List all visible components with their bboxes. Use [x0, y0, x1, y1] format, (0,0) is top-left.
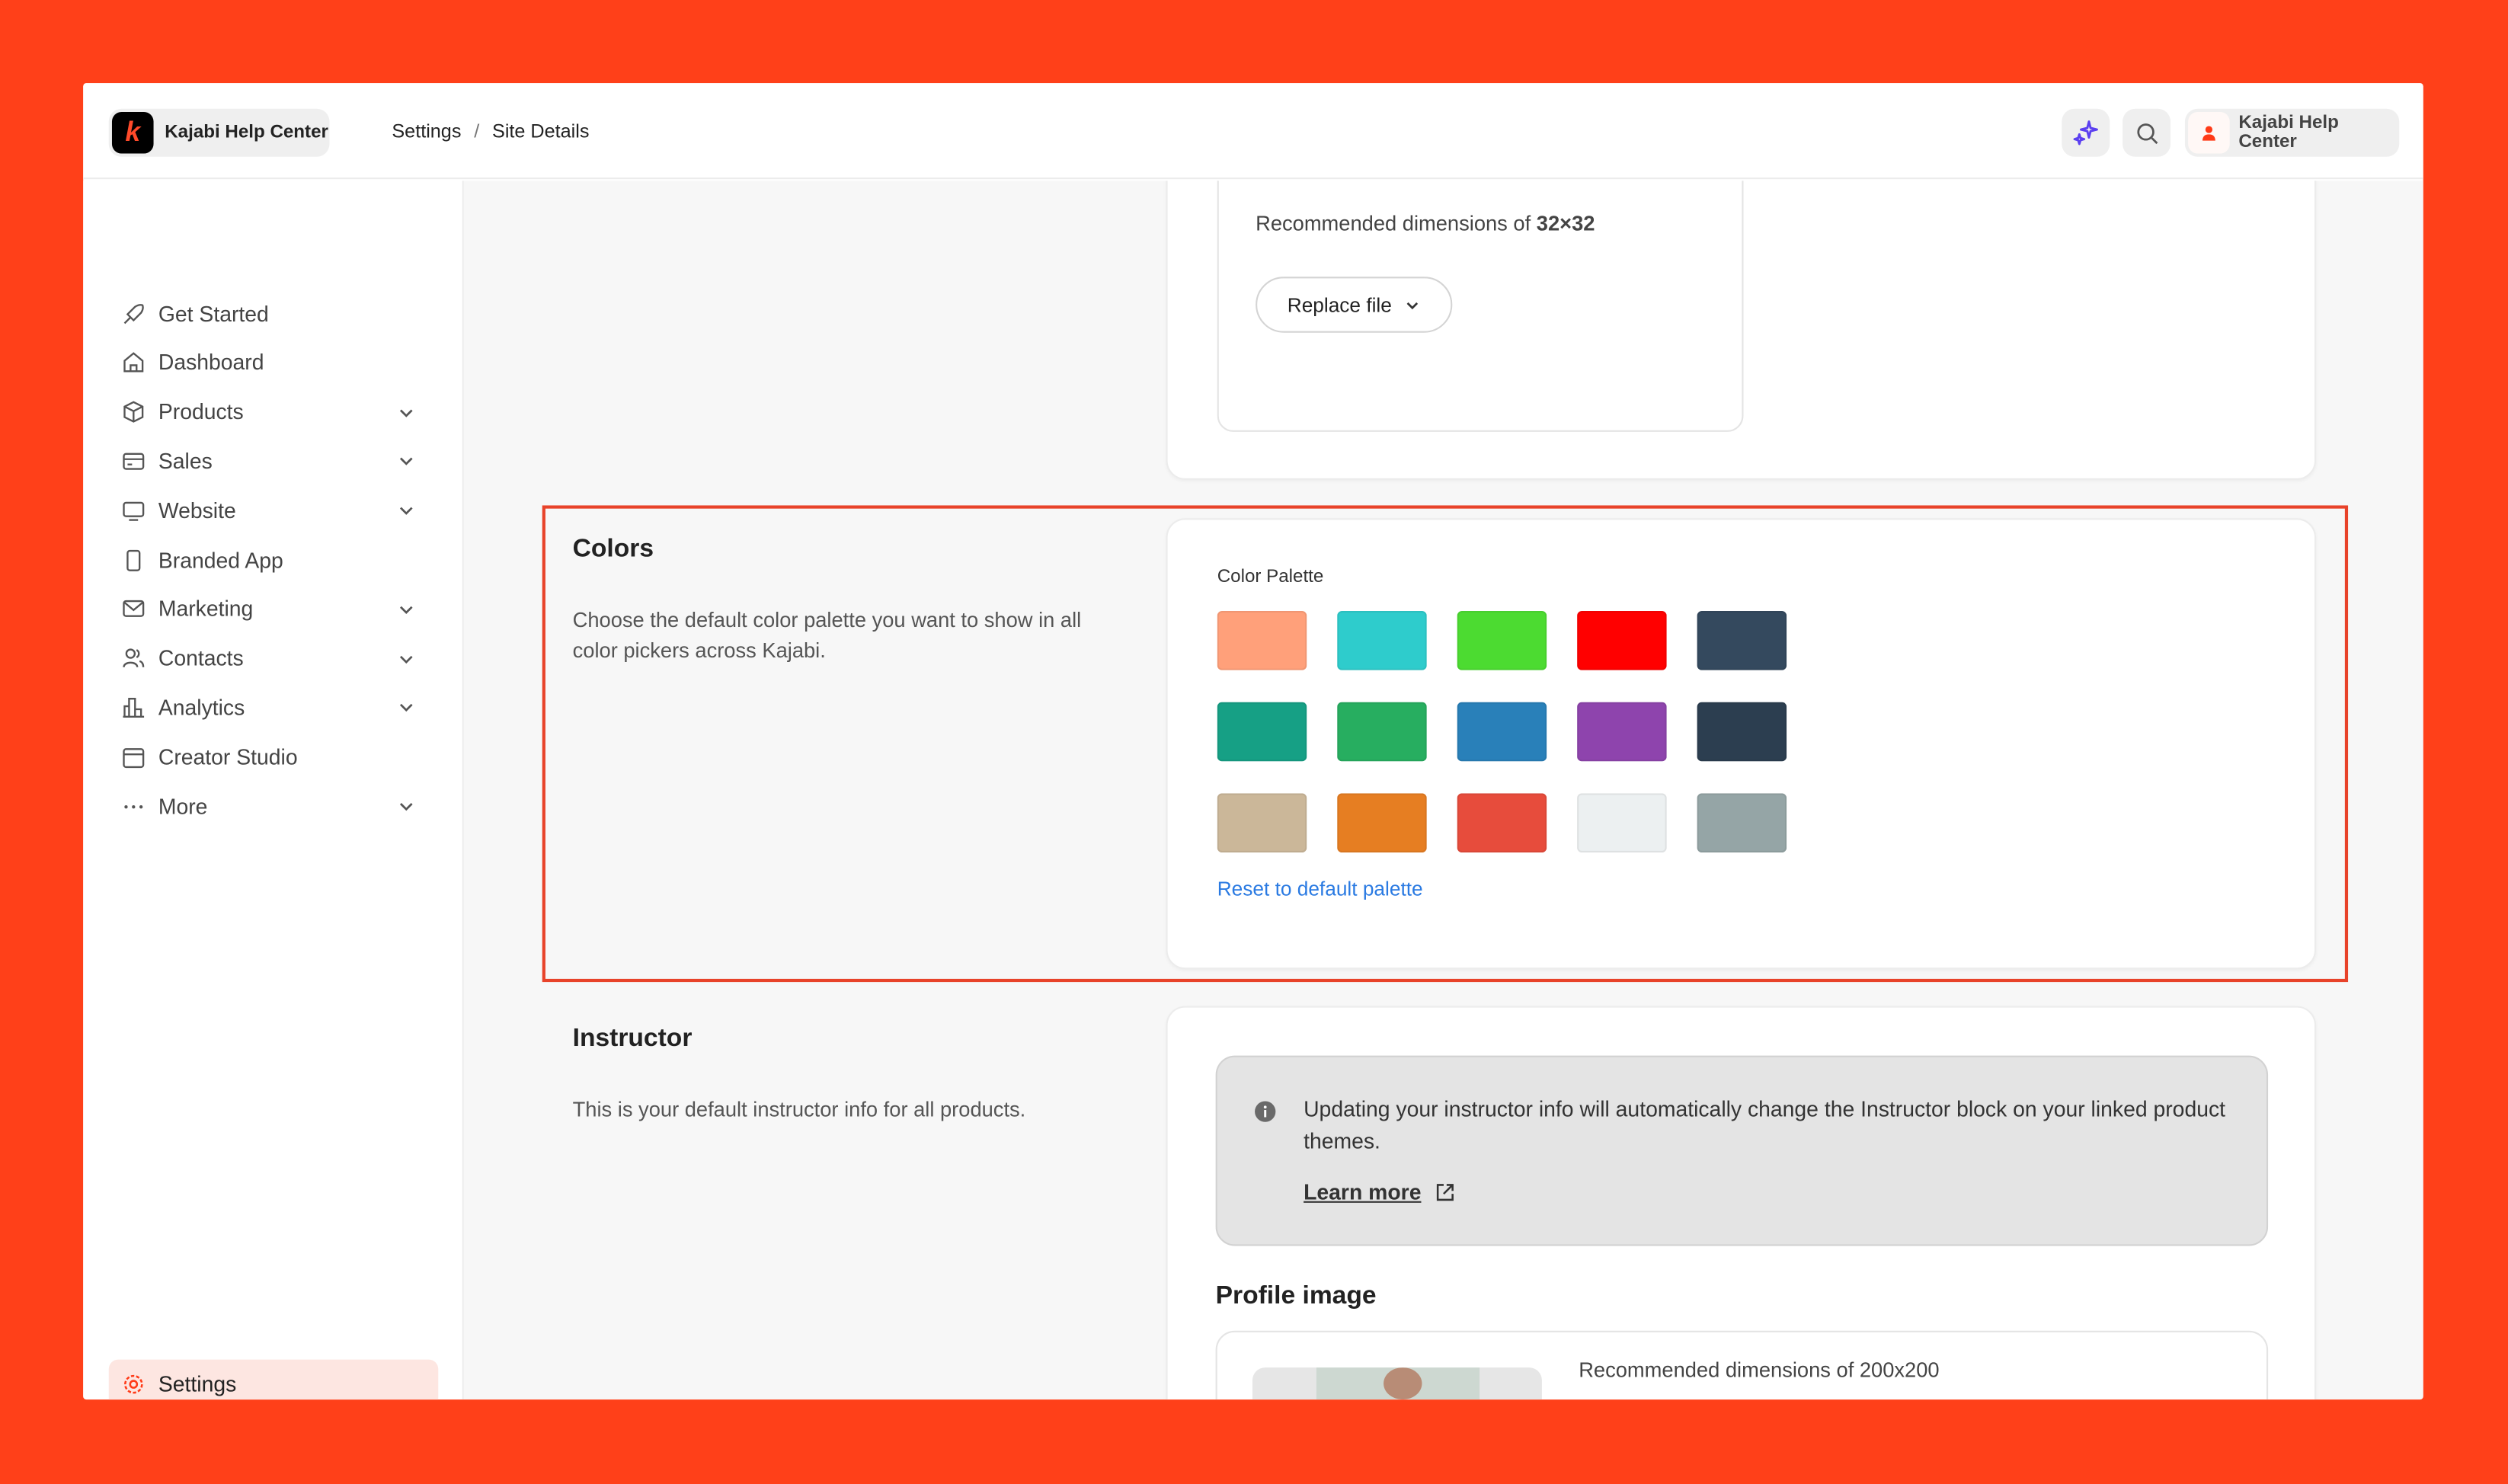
kajabi-logo: k — [112, 112, 154, 154]
users-icon — [122, 646, 146, 670]
sidebar-item-label: Creator Studio — [158, 745, 298, 769]
external-link-icon — [1434, 1182, 1454, 1203]
user-icon — [2188, 112, 2229, 154]
learn-more-link[interactable]: Learn more — [1304, 1180, 1454, 1204]
dots-icon — [122, 794, 146, 817]
instructor-title: Instructor — [573, 1025, 693, 1054]
sidebar-item-website[interactable]: Website — [109, 487, 438, 535]
profile-photo — [1316, 1367, 1480, 1399]
chevron-down-icon — [397, 452, 416, 471]
rocket-icon — [122, 302, 146, 325]
sidebar-item-label: Contacts — [158, 646, 244, 670]
home-icon — [122, 350, 146, 374]
mail-icon — [122, 597, 146, 621]
sidebar-item-label: Products — [158, 400, 244, 424]
site-name: Kajabi Help Center — [165, 123, 328, 142]
sidebar-item-label: More — [158, 794, 208, 817]
calendar-icon — [122, 745, 146, 769]
sidebar-item-label: Dashboard — [158, 350, 264, 374]
sidebar-item-dashboard[interactable]: Dashboard — [109, 339, 438, 387]
chevron-down-icon — [397, 698, 416, 717]
breadcrumb: Settings / Site Details — [392, 120, 589, 142]
sidebar-item-creator-studio[interactable]: Creator Studio — [109, 733, 438, 781]
replace-file-label: Replace file — [1288, 293, 1392, 315]
chevron-down-icon — [397, 501, 416, 520]
chevron-down-icon — [397, 600, 416, 619]
learn-more-label: Learn more — [1304, 1180, 1421, 1204]
sidebar-item-label: Branded App — [158, 548, 283, 571]
sidebar-item-products[interactable]: Products — [109, 388, 438, 436]
sidebar-item-settings[interactable]: Settings — [109, 1360, 438, 1399]
gear-icon — [122, 1371, 146, 1395]
sidebar-item-branded-app[interactable]: Branded App — [109, 536, 438, 584]
site-switcher[interactable]: k Kajabi Help Center — [109, 109, 330, 157]
sparkle-icon — [2073, 120, 2099, 146]
profile-preview — [1252, 1367, 1542, 1399]
chevron-down-icon — [1405, 296, 1421, 312]
user-name: Kajabi Help Center — [2238, 114, 2399, 152]
search-icon — [2135, 121, 2158, 145]
profile-upload-box: Recommended dimensions of 200x200 — [1216, 1331, 2268, 1399]
sidebar-item-label: Sales — [158, 449, 213, 473]
colors-section-highlight — [542, 505, 2348, 982]
favicon-recommended: Recommended dimensions of 32×32 — [1256, 211, 1595, 235]
replace-file-button[interactable]: Replace file — [1256, 277, 1452, 332]
sidebar-item-label: Marketing — [158, 597, 253, 621]
favicon-card: Recommended dimensions of 32×32 Replace … — [1166, 181, 2317, 480]
sidebar-item-contacts[interactable]: Contacts — [109, 635, 438, 683]
monitor-icon — [122, 498, 146, 522]
sidebar-item-label: Website — [158, 498, 236, 522]
chevron-down-icon — [397, 402, 416, 421]
sidebar-item-marketing[interactable]: Marketing — [109, 585, 438, 633]
chevron-down-icon — [397, 797, 416, 816]
profile-image-title: Profile image — [1216, 1283, 1377, 1312]
phone-icon — [122, 548, 146, 571]
box-icon — [122, 400, 146, 424]
breadcrumb-separator: / — [474, 120, 479, 142]
instructor-description: This is your default instructor info for… — [573, 1094, 1124, 1124]
sidebar-item-analytics[interactable]: Analytics — [109, 683, 438, 731]
sidebar-item-sales[interactable]: Sales — [109, 437, 438, 485]
search-button[interactable] — [2123, 109, 2171, 157]
user-menu[interactable]: Kajabi Help Center — [2185, 109, 2399, 157]
sidebar-item-label: Analytics — [158, 696, 245, 719]
sidebar-item-more[interactable]: More — [109, 782, 438, 830]
breadcrumb-site-details: Site Details — [492, 120, 589, 142]
credit-card-icon — [122, 449, 146, 473]
top-header: k Kajabi Help Center Settings / Site Det… — [83, 83, 2423, 179]
profile-recommended: Recommended dimensions of 200x200 — [1579, 1358, 1939, 1381]
bar-chart-icon — [122, 696, 146, 719]
sidebar-item-label: Get Started — [158, 302, 269, 325]
sidebar-item-label: Settings — [158, 1371, 236, 1395]
sidebar-item-get-started[interactable]: Get Started — [109, 289, 438, 337]
instructor-notice: Updating your instructor info will autom… — [1216, 1056, 2268, 1246]
info-icon — [1254, 1100, 1276, 1122]
sidebar: Get Started Dashboard Products Sales Website… — [83, 181, 464, 1399]
favicon-upload-box: Recommended dimensions of 32×32 Replace … — [1217, 181, 1744, 432]
chevron-down-icon — [397, 649, 416, 668]
instructor-card: Updating your instructor info will autom… — [1166, 1006, 2317, 1399]
breadcrumb-settings[interactable]: Settings — [392, 120, 461, 142]
notice-text: Updating your instructor info will autom… — [1304, 1094, 2231, 1156]
ai-assistant-button[interactable] — [2062, 109, 2110, 157]
